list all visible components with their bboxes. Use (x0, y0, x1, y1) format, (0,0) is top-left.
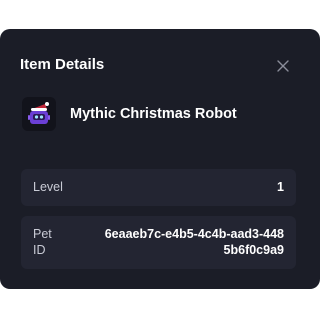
close-icon (277, 60, 289, 72)
pet-id-value[interactable]: 6eaaeb7c-e4b5-4c4b-aad3-4485b6f0c9a9 (104, 226, 284, 258)
pet-id-field: Pet ID 6eaaeb7c-e4b5-4c4b-aad3-4485b6f0c… (21, 216, 296, 269)
level-value: 1 (277, 180, 284, 194)
level-label: Level (33, 180, 63, 194)
modal-title: Item Details (20, 56, 105, 73)
christmas-robot-icon (28, 102, 50, 124)
level-field: Level 1 (21, 169, 296, 206)
item-name: Mythic Christmas Robot (70, 106, 237, 122)
item-header: Mythic Christmas Robot (22, 96, 302, 132)
close-button[interactable] (274, 57, 292, 75)
pet-id-label: Pet ID (33, 227, 52, 257)
item-details-modal: Item Details Mythic Christmas Robot Leve… (0, 29, 320, 289)
item-thumbnail (22, 97, 56, 131)
